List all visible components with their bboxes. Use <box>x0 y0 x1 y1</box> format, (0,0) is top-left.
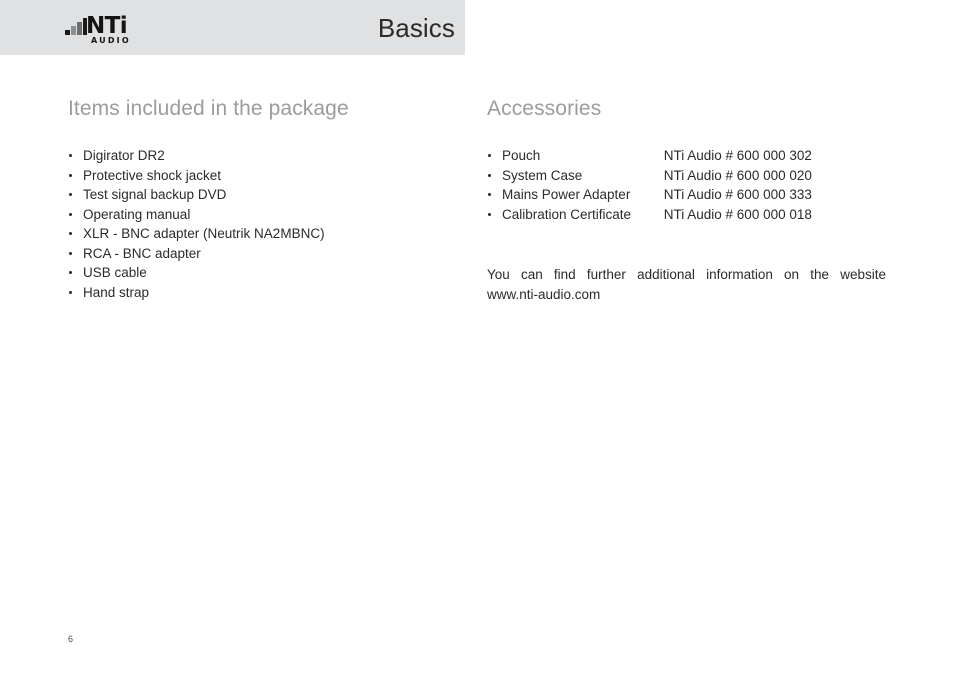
logo-subtext: AUDIO <box>91 36 131 45</box>
accessories-section: Accessories Pouch NTi Audio # 600 000 30… <box>487 96 887 304</box>
logo-bar-2 <box>71 26 76 35</box>
page-title: Basics <box>377 13 455 43</box>
bullet-icon <box>69 173 72 177</box>
logo-bar-1 <box>65 30 70 35</box>
accessory-part-number: NTi Audio # 600 000 333 <box>663 187 812 202</box>
bullet-icon <box>488 212 491 216</box>
list-item: RCA - BNC adapter <box>68 244 448 264</box>
website-note: You can find further additional informat… <box>487 265 886 304</box>
nti-audio-logo: NTi AUDIO <box>65 14 165 48</box>
list-item: Operating manual <box>68 205 448 225</box>
table-row: Calibration Certificate NTi Audio # 600 … <box>487 205 887 225</box>
bullet-icon <box>488 154 491 157</box>
page-number: 6 <box>68 634 74 644</box>
table-row: Pouch NTi Audio # 600 000 302 <box>487 146 887 166</box>
accessory-part-number: NTi Audio # 600 000 302 <box>663 148 812 163</box>
logo-bar-3 <box>77 22 82 35</box>
bullet-icon <box>488 173 491 177</box>
items-included-list: Digirator DR2 Protective shock jacket Te… <box>68 146 448 302</box>
bullet-icon <box>69 271 72 274</box>
accessories-list: Pouch NTi Audio # 600 000 302 System Cas… <box>487 146 887 224</box>
logo-wordmark: NTi <box>86 13 128 39</box>
bullet-icon <box>69 154 72 157</box>
accessory-name: System Case <box>502 167 583 183</box>
list-item: XLR - BNC adapter (Neutrik NA2MBNC) <box>68 224 448 244</box>
bullet-icon <box>69 232 72 235</box>
list-item-label: Protective shock jacket <box>83 167 222 183</box>
accessory-part-number: NTi Audio # 600 000 020 <box>663 167 812 183</box>
list-item: Protective shock jacket <box>68 166 448 186</box>
list-item-label: Hand strap <box>83 284 150 300</box>
bullet-icon <box>69 193 72 196</box>
list-item: USB cable <box>68 263 448 283</box>
items-included-heading: Items included in the package <box>68 97 349 120</box>
accessories-heading: Accessories <box>487 97 602 120</box>
website-note-line-1: You can find further additional informat… <box>487 267 886 282</box>
list-item-label: USB cable <box>83 265 147 280</box>
list-item-label: Operating manual <box>83 206 191 222</box>
list-item-label: Test signal backup DVD <box>83 187 227 202</box>
list-item-label: RCA - BNC adapter <box>83 245 201 261</box>
items-included-section: Items included in the package Digirator … <box>68 96 448 302</box>
list-item: Digirator DR2 <box>68 146 448 166</box>
logo-bars-icon <box>65 18 87 35</box>
table-row: Mains Power Adapter NTi Audio # 600 000 … <box>487 185 887 205</box>
bullet-icon <box>69 212 72 216</box>
accessory-name: Mains Power Adapter <box>502 187 631 202</box>
bullet-icon <box>69 290 72 294</box>
table-row: System Case NTi Audio # 600 000 020 <box>487 166 887 186</box>
accessory-part-number: NTi Audio # 600 000 018 <box>663 206 812 222</box>
website-url: www.nti-audio.com <box>487 286 601 302</box>
accessory-name: Pouch <box>502 148 541 163</box>
bullet-icon <box>488 193 491 196</box>
list-item: Test signal backup DVD <box>68 185 448 205</box>
list-item-label: Digirator DR2 <box>83 148 165 163</box>
list-item-label: XLR - BNC adapter (Neutrik NA2MBNC) <box>83 226 325 241</box>
list-item: Hand strap <box>68 283 448 303</box>
accessory-name: Calibration Certificate <box>502 206 632 222</box>
bullet-icon <box>69 251 72 255</box>
